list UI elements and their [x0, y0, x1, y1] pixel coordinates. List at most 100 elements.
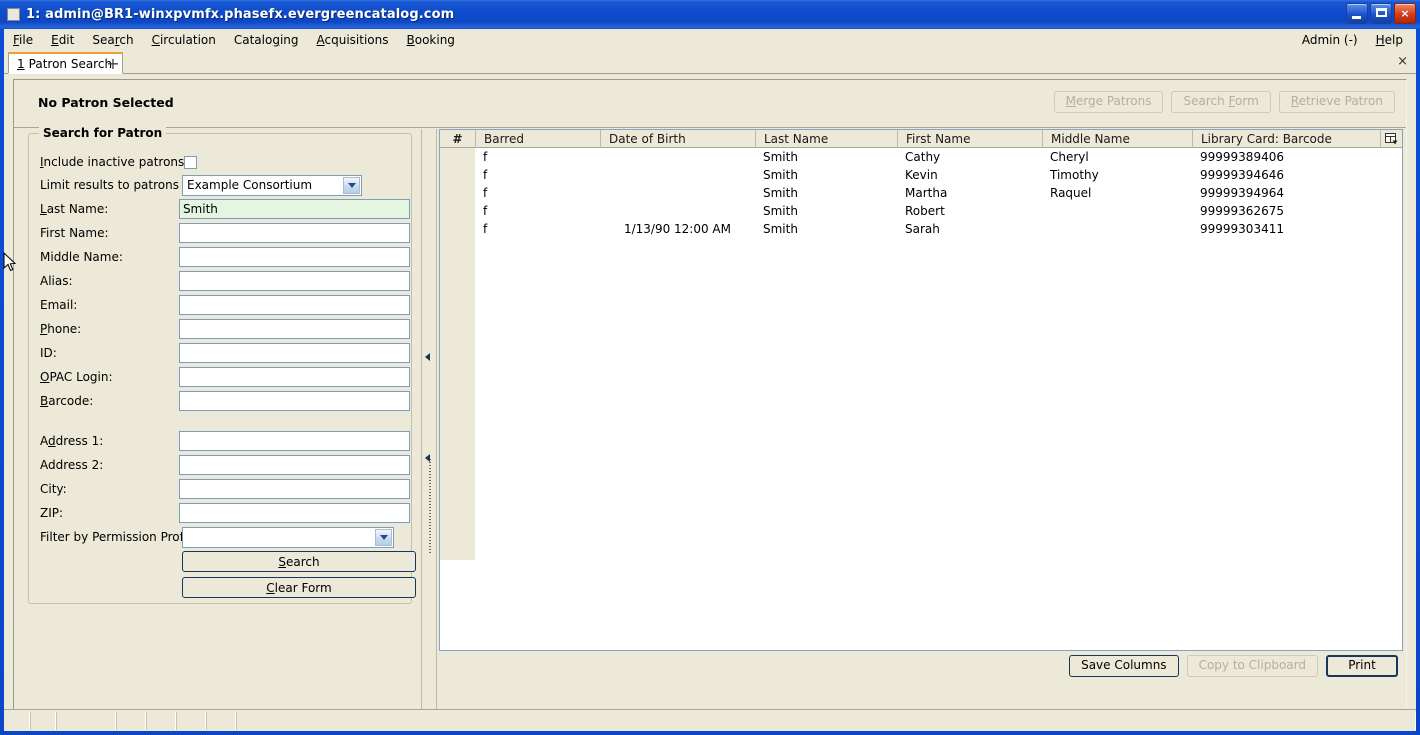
row-barcode: Barcode:	[40, 389, 410, 413]
column-header-date-of-birth[interactable]: Date of Birth	[600, 130, 755, 148]
cell-barcode: 99999394646	[1200, 168, 1284, 182]
permission-profile-select[interactable]	[182, 526, 394, 548]
column-header-number[interactable]: #	[440, 130, 475, 148]
city-input[interactable]	[178, 479, 410, 499]
opac-login-label: OPAC Login:	[40, 370, 113, 384]
row-include-inactive: Include inactive patrons?	[40, 150, 410, 174]
menu-booking[interactable]: Booking	[398, 30, 464, 50]
column-header-first-name[interactable]: First Name	[897, 130, 1042, 148]
splitter-collapse-left-arrow-2[interactable]	[425, 454, 430, 462]
phone-label: Phone:	[40, 322, 82, 336]
limit-results-select[interactable]: Example Consortium	[182, 174, 362, 196]
status-panel-3	[56, 712, 116, 730]
cell-barcode: 99999303411	[1200, 222, 1284, 236]
column-header-barred[interactable]: Barred	[475, 130, 600, 148]
cell-last: Smith	[763, 150, 798, 164]
row-middle-name: Middle Name:	[40, 245, 410, 269]
results-pane: # Barred Date of Birth Last Name First N…	[437, 129, 1406, 712]
column-header-last-name[interactable]: Last Name	[755, 130, 897, 148]
last-name-input[interactable]	[178, 199, 410, 219]
maximize-button[interactable]	[1370, 3, 1392, 24]
address-1-input[interactable]	[178, 431, 410, 451]
splitter-grip[interactable]	[429, 459, 431, 554]
tab-index: 1	[17, 56, 25, 71]
table-row[interactable]: 5f1/13/90 12:00 AMSmithSarah99999303411	[440, 220, 1402, 238]
add-tab-button[interactable]: +	[103, 53, 123, 73]
minimize-button[interactable]	[1346, 3, 1368, 24]
menu-circulation[interactable]: Circulation	[143, 30, 225, 50]
middle-name-input[interactable]	[178, 247, 410, 267]
row-zip: ZIP:	[40, 501, 410, 525]
status-panel-7	[206, 712, 236, 730]
window-controls: ×	[1346, 3, 1416, 24]
close-tab-button[interactable]: ×	[1397, 54, 1408, 69]
menu-admin[interactable]: Admin (-)	[1293, 30, 1367, 50]
copy-to-clipboard-button[interactable]: Copy to Clipboard	[1186, 655, 1318, 678]
zip-label: ZIP:	[40, 506, 64, 520]
include-inactive-checkbox[interactable]	[184, 155, 197, 169]
include-inactive-label: Include inactive patrons?	[40, 155, 191, 169]
column-header-library-card-barcode[interactable]: Library Card: Barcode	[1192, 130, 1382, 148]
column-header-middle-name[interactable]: Middle Name	[1042, 130, 1192, 148]
table-row[interactable]: 4fSmithRobert99999362675	[440, 202, 1402, 220]
menu-help[interactable]: Help	[1367, 30, 1412, 50]
cell-last: Smith	[763, 204, 798, 218]
menu-cataloging[interactable]: Cataloging	[225, 30, 308, 50]
window-icon	[7, 8, 20, 21]
menu-bar-right: Admin (-) Help	[1293, 29, 1412, 51]
pane-splitter[interactable]	[421, 129, 437, 712]
phone-input[interactable]	[178, 319, 410, 339]
status-panel-5	[146, 712, 176, 730]
cell-first: Sarah	[905, 222, 940, 236]
barcode-input[interactable]	[178, 391, 410, 411]
menu-file[interactable]: File	[4, 30, 42, 50]
cell-barcode: 99999389406	[1200, 150, 1284, 164]
menu-edit[interactable]: Edit	[42, 30, 83, 50]
first-name-input[interactable]	[178, 223, 410, 243]
row-address-2: Address 2:	[40, 453, 410, 477]
window-title: 1: admin@BR1-winxpvmfx.phasefx.evergreen…	[26, 7, 455, 22]
row-alias: Alias:	[40, 269, 410, 293]
clear-form-button-label: Clear Form	[266, 580, 332, 595]
table-row[interactable]: 1fSmithCathyCheryl99999389406	[440, 148, 1402, 166]
splitter-collapse-left-arrow[interactable]	[425, 353, 430, 361]
print-button[interactable]: Print	[1326, 655, 1398, 678]
row-opac-login: OPAC Login:	[40, 365, 410, 389]
search-button-label: Search	[278, 554, 320, 569]
tab-label: Patron Search	[28, 56, 113, 71]
search-form-button[interactable]: Search Form	[1171, 91, 1271, 114]
first-name-label: First Name:	[40, 226, 109, 240]
close-button[interactable]: ×	[1394, 3, 1416, 24]
patron-summary-strip: No Patron Selected Merge Patrons Search …	[14, 80, 1406, 128]
email-input[interactable]	[178, 295, 410, 315]
column-picker-icon[interactable]	[1380, 130, 1402, 148]
cell-middle: Cheryl	[1050, 150, 1089, 164]
table-row[interactable]: 2fSmithKevinTimothy99999394646	[440, 166, 1402, 184]
row-id: ID:	[40, 341, 410, 365]
clear-form-button[interactable]: Clear Form	[182, 577, 416, 598]
menu-acquisitions[interactable]: Acquisitions	[308, 30, 398, 50]
row-permission-profile: Filter by Permission Profile:	[40, 525, 410, 549]
chevron-down-icon[interactable]	[343, 176, 360, 194]
cell-first: Robert	[905, 204, 945, 218]
alias-input[interactable]	[178, 271, 410, 291]
client-area: File Edit Search Circulation Cataloging …	[4, 29, 1416, 727]
status-panel-4	[116, 712, 146, 730]
save-columns-button[interactable]: Save Columns	[1069, 655, 1179, 678]
address-2-input[interactable]	[178, 455, 410, 475]
content-panel: No Patron Selected Merge Patrons Search …	[13, 79, 1407, 712]
chevron-down-icon[interactable]	[375, 528, 392, 546]
menu-search[interactable]: Search	[83, 30, 142, 50]
search-button[interactable]: Search	[182, 551, 416, 572]
merge-patrons-button[interactable]: Merge Patrons	[1053, 91, 1164, 114]
zip-input[interactable]	[178, 503, 410, 523]
grid-action-buttons: Save Columns Copy to Clipboard Print	[1069, 655, 1398, 678]
last-name-label: Last Name:	[40, 202, 109, 216]
cell-barcode: 99999362675	[1200, 204, 1284, 218]
opac-login-input[interactable]	[178, 367, 410, 387]
permission-profile-label: Filter by Permission Profile:	[40, 530, 202, 544]
table-row[interactable]: 3fSmithMarthaRaquel99999394964	[440, 184, 1402, 202]
retrieve-patron-button[interactable]: Retrieve Patron	[1278, 91, 1395, 114]
address-1-label: Address 1:	[40, 434, 104, 448]
id-input[interactable]	[178, 343, 410, 363]
